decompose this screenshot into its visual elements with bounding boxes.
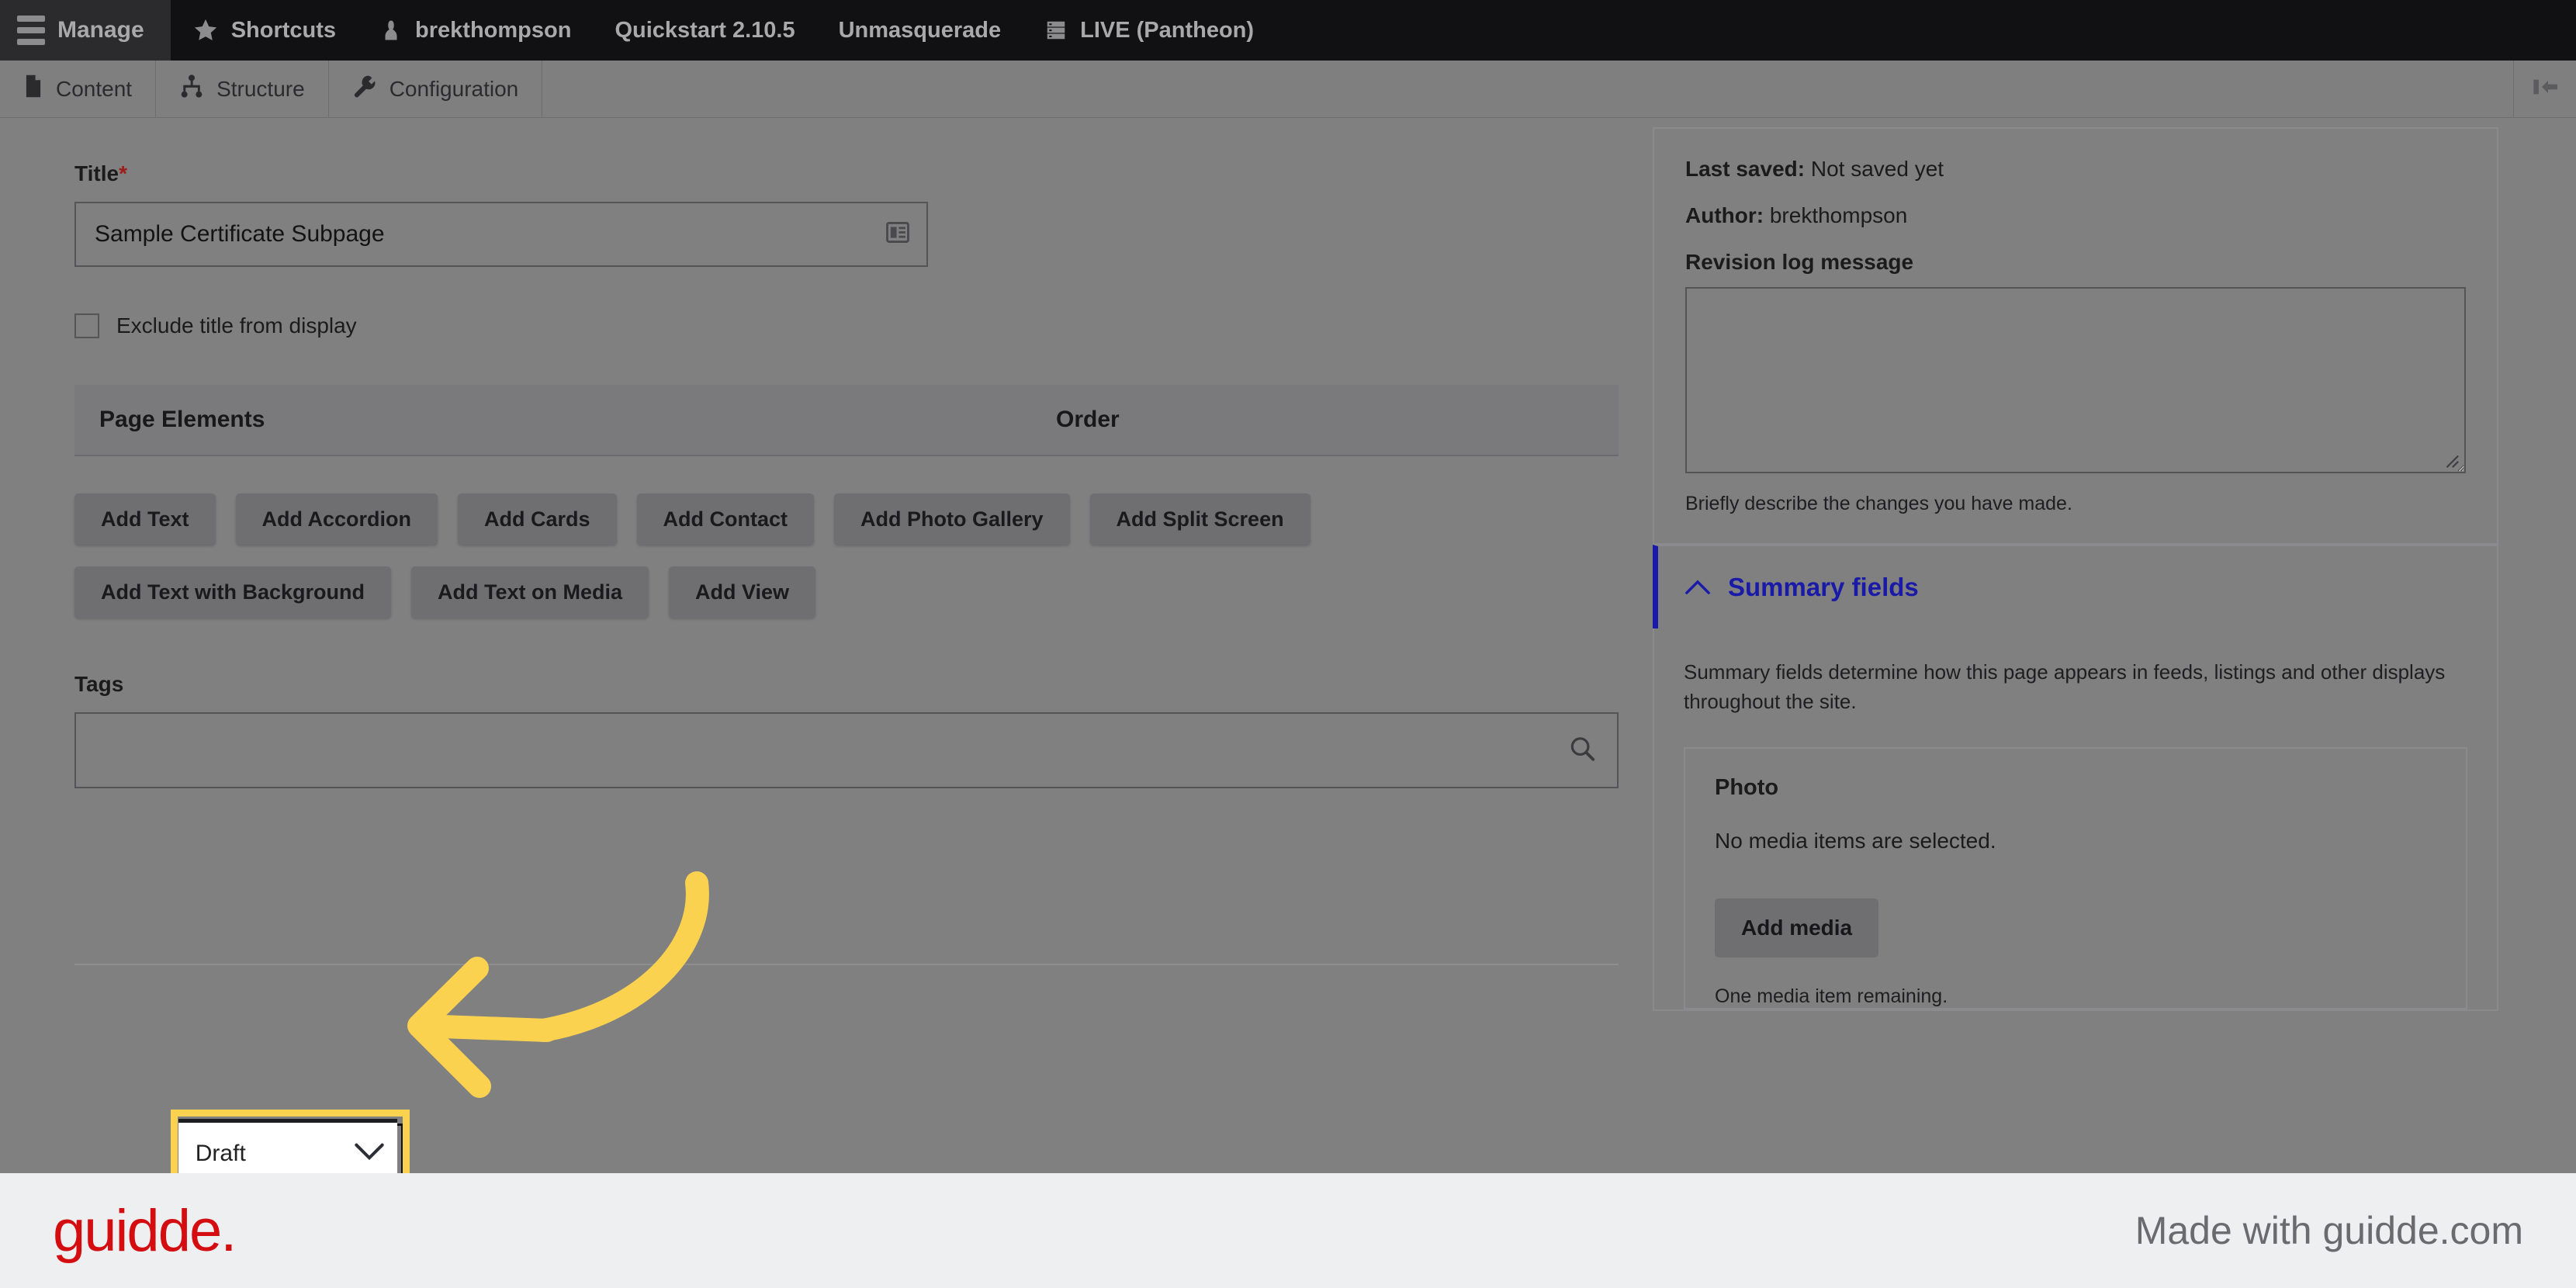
- chevron-down-icon: [354, 1141, 385, 1165]
- add-element-buttons-row-2: Add Text with Background Add Text on Med…: [74, 566, 1619, 618]
- admin-item-environment[interactable]: LIVE (Pantheon): [1023, 0, 1276, 61]
- tags-label: Tags: [74, 672, 124, 696]
- toolbar-orientation-icon: [2529, 74, 2560, 104]
- page-body: Title* Exclude title from display: [0, 118, 2576, 1288]
- resize-handle-icon[interactable]: [2443, 452, 2460, 473]
- server-icon: [1044, 17, 1068, 43]
- sub-item-label: Configuration: [389, 76, 519, 101]
- admin-item-label: Unmasquerade: [838, 17, 1002, 43]
- add-photo-gallery-button[interactable]: Add Photo Gallery: [834, 493, 1070, 545]
- author-label: Author:: [1685, 203, 1764, 227]
- chevron-up-icon: [1684, 574, 1711, 601]
- author-row: Author: brekthompson: [1685, 203, 2466, 228]
- tags-field-wrap: [74, 712, 1619, 788]
- sub-item-label: Content: [56, 76, 133, 101]
- screenshot-root: Manage Shortcuts brekthompson Quickstart…: [0, 0, 2576, 1288]
- form-divider: [74, 964, 1619, 965]
- required-marker: *: [119, 161, 127, 185]
- exclude-title-label: Exclude title from display: [116, 313, 357, 338]
- hamburger-icon: [17, 16, 45, 45]
- sub-item-label: Structure: [216, 76, 305, 101]
- summary-fields-title: Summary fields: [1728, 573, 1919, 601]
- admin-item-label: brekthompson: [415, 17, 572, 43]
- guidde-logo: guidde.: [53, 1197, 237, 1264]
- page-elements-col-name: Page Elements: [99, 407, 265, 432]
- exclude-title-row: Exclude title from display: [74, 313, 1619, 338]
- admin-item-label: LIVE (Pantheon): [1080, 17, 1255, 43]
- add-text-with-background-button[interactable]: Add Text with Background: [74, 566, 392, 618]
- sub-item-structure[interactable]: Structure: [156, 61, 329, 117]
- wrench-icon: [352, 74, 377, 104]
- meta-card: Last saved: Not saved yet Author: brekth…: [1653, 127, 2498, 545]
- photo-remaining-text: One media item remaining.: [1715, 985, 1948, 1008]
- photo-field-card: Photo No media items are selected. Add m…: [1684, 747, 2467, 1010]
- add-cards-button[interactable]: Add Cards: [458, 493, 617, 545]
- summary-fields-toggle[interactable]: Summary fields: [1653, 545, 2498, 628]
- manage-label: Manage: [57, 17, 144, 43]
- manage-menu-button[interactable]: Manage: [0, 0, 171, 61]
- last-saved-value: Not saved yet: [1810, 157, 1944, 181]
- guidde-footer: guidde. Made with guidde.com: [0, 1173, 2576, 1288]
- add-element-buttons: Add Text Add Accordion Add Cards Add Con…: [74, 493, 1619, 618]
- tags-section: Tags: [74, 672, 1619, 788]
- made-with-text: Made with guidde.com: [2135, 1209, 2523, 1252]
- tags-input[interactable]: [74, 712, 1619, 788]
- admin-item-shortcuts[interactable]: Shortcuts: [171, 0, 358, 61]
- admin-item-label: Quickstart 2.10.5: [615, 17, 795, 43]
- revision-log-label: Revision log message: [1685, 250, 1914, 274]
- author-value: brekthompson: [1769, 203, 1908, 227]
- add-view-button[interactable]: Add View: [669, 566, 816, 618]
- add-accordion-button[interactable]: Add Accordion: [235, 493, 438, 545]
- page-elements-header-row: Page Elements Order: [74, 385, 1619, 456]
- admin-sub-toolbar: Content Structure Configuration: [0, 61, 2576, 118]
- admin-toolbar: Manage Shortcuts brekthompson Quickstart…: [0, 0, 2576, 61]
- toolbar-orientation-toggle[interactable]: [2514, 61, 2576, 117]
- revision-log-help: Briefly describe the changes you have ma…: [1685, 493, 2072, 514]
- add-text-on-media-button[interactable]: Add Text on Media: [411, 566, 649, 618]
- add-split-screen-button[interactable]: Add Split Screen: [1089, 493, 1311, 545]
- add-text-button[interactable]: Add Text: [74, 493, 216, 545]
- page-elements-table: Page Elements Order: [74, 385, 1619, 456]
- page-elements-col-order: Order: [1056, 407, 1120, 432]
- admin-item-quickstart[interactable]: Quickstart 2.10.5: [593, 0, 816, 61]
- save-as-selected-value: Draft: [195, 1140, 246, 1166]
- title-input[interactable]: [74, 202, 928, 267]
- sidebar-column: Last saved: Not saved yet Author: brekth…: [1653, 127, 2498, 1012]
- user-icon: [379, 17, 403, 43]
- photo-empty-message: No media items are selected.: [1715, 829, 1996, 853]
- title-field-wrap: [74, 202, 928, 267]
- summary-fields-description: Summary fields determine how this page a…: [1684, 660, 2446, 713]
- last-saved-row: Last saved: Not saved yet: [1685, 157, 2466, 182]
- admin-item-label: Shortcuts: [230, 17, 337, 43]
- summary-fields-body: Summary fields determine how this page a…: [1653, 628, 2498, 1012]
- last-saved-label: Last saved:: [1685, 157, 1806, 181]
- add-media-button[interactable]: Add media: [1715, 898, 1879, 958]
- sub-item-configuration[interactable]: Configuration: [329, 61, 543, 117]
- document-icon: [23, 74, 43, 104]
- star-icon: [192, 17, 219, 43]
- structure-icon: [179, 74, 204, 104]
- admin-item-user[interactable]: brekthompson: [358, 0, 593, 61]
- sub-toolbar-spacer: [542, 61, 2514, 117]
- add-contact-button[interactable]: Add Contact: [636, 493, 815, 545]
- add-element-buttons-row-1: Add Text Add Accordion Add Cards Add Con…: [74, 493, 1619, 545]
- main-form-column: Title* Exclude title from display: [74, 161, 1619, 788]
- admin-item-unmasquerade[interactable]: Unmasquerade: [817, 0, 1023, 61]
- exclude-title-checkbox[interactable]: [74, 313, 99, 338]
- sub-item-content[interactable]: Content: [0, 61, 157, 117]
- photo-field-title: Photo: [1715, 775, 1779, 801]
- revision-log-textarea[interactable]: [1685, 287, 2466, 473]
- title-field-label: Title*: [74, 161, 127, 185]
